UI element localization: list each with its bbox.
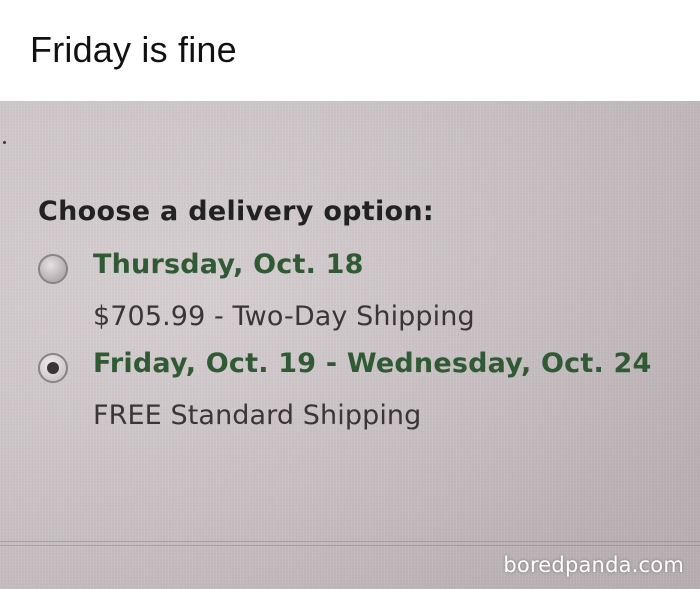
divider-line	[0, 541, 700, 542]
delivery-option-date[interactable]: Thursday, Oct. 18	[93, 249, 364, 280]
screen-speck	[3, 141, 6, 144]
divider-line	[0, 545, 700, 546]
meme-caption-area: Friday is fine	[0, 0, 700, 101]
delivery-option-date[interactable]: Friday, Oct. 19 - Wednesday, Oct. 24	[93, 348, 652, 379]
radio-unselected-icon[interactable]	[38, 254, 68, 284]
delivery-heading: Choose a delivery option:	[38, 196, 435, 227]
screen-photo: Choose a delivery option: Thursday, Oct.…	[0, 101, 700, 589]
watermark: boredpanda.com	[503, 553, 684, 577]
delivery-option-price: FREE Standard Shipping	[93, 400, 422, 431]
radio-selected-icon[interactable]	[38, 353, 68, 383]
meme-caption: Friday is fine	[30, 29, 237, 70]
radio-dot-icon	[47, 362, 59, 374]
delivery-option-price: $705.99 - Two-Day Shipping	[93, 301, 475, 332]
